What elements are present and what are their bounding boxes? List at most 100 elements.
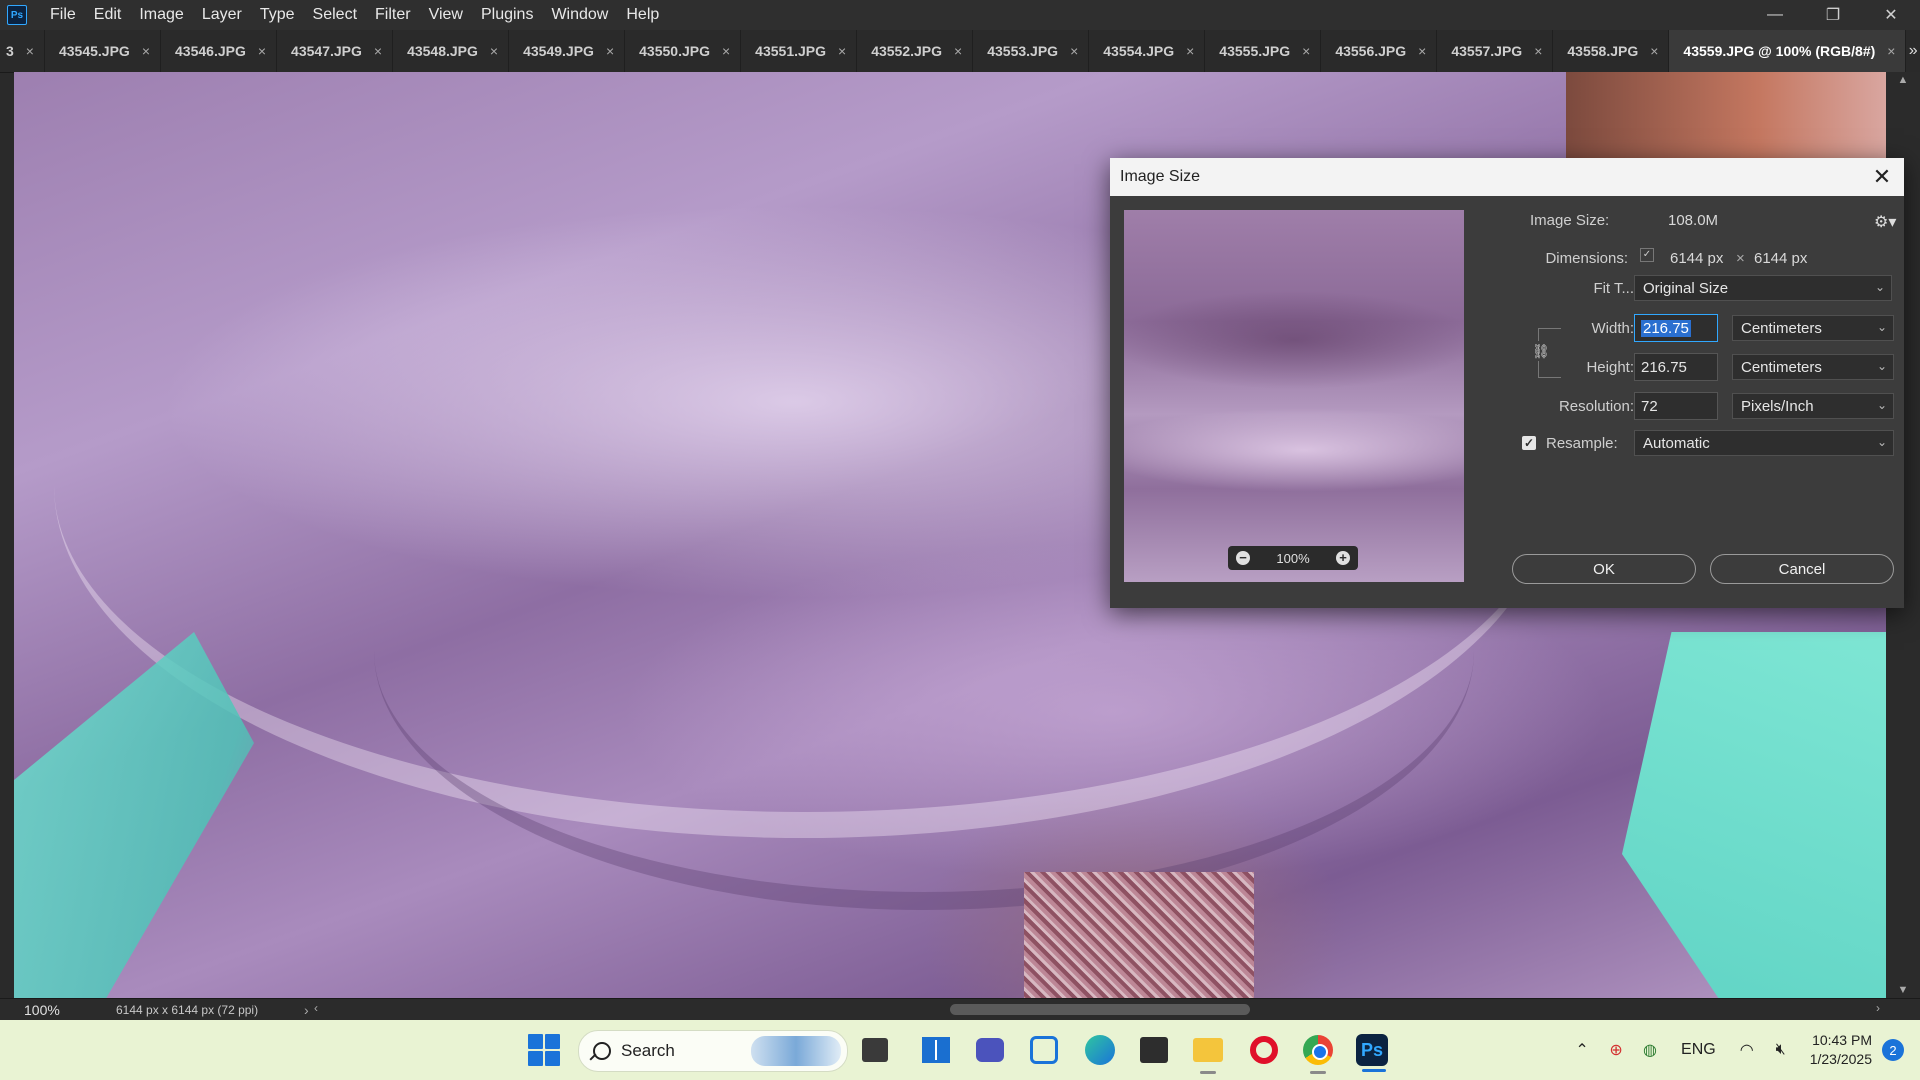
- tab-close-icon[interactable]: ×: [722, 43, 730, 59]
- zoom-out-icon[interactable]: −: [1236, 551, 1250, 565]
- width-input[interactable]: 216.75: [1634, 314, 1718, 342]
- tab-43548[interactable]: 43548.JPG ×: [393, 30, 510, 72]
- restore-button[interactable]: ❐: [1804, 0, 1862, 30]
- tab-close-icon[interactable]: ×: [1887, 43, 1895, 59]
- fit-to-select[interactable]: Original Size ⌄: [1634, 275, 1892, 301]
- edge-icon[interactable]: [1082, 1032, 1118, 1068]
- notification-badge[interactable]: 2: [1882, 1039, 1904, 1061]
- document-info: 6144 px x 6144 px (72 ppi): [116, 1003, 259, 1017]
- menu-type[interactable]: Type: [251, 6, 304, 24]
- chrome-icon[interactable]: [1300, 1032, 1336, 1074]
- document-tab-bar: 3 × 43545.JPG × 43546.JPG × 43547.JPG × 4354…: [0, 30, 1920, 73]
- minimize-button[interactable]: —: [1746, 0, 1804, 30]
- store-icon[interactable]: [1136, 1032, 1172, 1068]
- menu-edit[interactable]: Edit: [85, 6, 131, 24]
- scrollbar-thumb[interactable]: [950, 1004, 1250, 1015]
- menu-file[interactable]: File: [41, 6, 85, 24]
- tab-43545[interactable]: 43545.JPG ×: [45, 30, 162, 72]
- tab-43558[interactable]: 43558.JPG ×: [1553, 30, 1670, 72]
- tab-close-icon[interactable]: ×: [954, 43, 962, 59]
- search-label: Search: [621, 1041, 675, 1060]
- tab-43557[interactable]: 43557.JPG ×: [1437, 30, 1554, 72]
- meet-icon[interactable]: [972, 1032, 1008, 1068]
- menu-select[interactable]: Select: [304, 6, 366, 24]
- tab-close-icon[interactable]: ×: [1534, 43, 1542, 59]
- vpn-icon[interactable]: ⊕: [1602, 1036, 1630, 1064]
- tab-43554[interactable]: 43554.JPG ×: [1089, 30, 1206, 72]
- menu-window[interactable]: Window: [542, 6, 617, 24]
- resample-checkbox[interactable]: ✓: [1522, 436, 1536, 450]
- resolution-unit-select[interactable]: Pixels/Inch ⌄: [1732, 393, 1894, 419]
- photoshop-taskbar-icon[interactable]: Ps: [1356, 1034, 1388, 1072]
- scroll-right-icon[interactable]: ›: [1876, 1001, 1880, 1015]
- tab-label: 43547.JPG: [291, 43, 362, 59]
- gear-icon[interactable]: ⚙▾: [1874, 212, 1896, 232]
- preview-zoom-value: 100%: [1276, 550, 1310, 566]
- tab-43555[interactable]: 43555.JPG ×: [1205, 30, 1322, 72]
- scroll-down-icon[interactable]: ▼: [1886, 984, 1920, 996]
- tab-43556[interactable]: 43556.JPG ×: [1321, 30, 1438, 72]
- tab-close-icon[interactable]: ×: [1302, 43, 1310, 59]
- link-icon[interactable]: ⛓: [1532, 341, 1550, 361]
- ok-button[interactable]: OK: [1512, 554, 1696, 584]
- tab-43549[interactable]: 43549.JPG ×: [509, 30, 626, 72]
- close-icon[interactable]: ✕: [1870, 165, 1894, 189]
- speaker-muted-icon[interactable]: 🔇︎: [1767, 1036, 1795, 1064]
- opera-icon[interactable]: [1246, 1032, 1282, 1068]
- windows-start-icon[interactable]: [528, 1034, 560, 1066]
- tab-close-icon[interactable]: ×: [142, 43, 150, 59]
- status-menu-arrow-icon[interactable]: ›: [304, 1002, 309, 1018]
- tab-close-icon[interactable]: ×: [606, 43, 614, 59]
- horizontal-scrollbar[interactable]: ‹ ›: [314, 1001, 1880, 1017]
- snipping-tool-icon[interactable]: [1026, 1032, 1062, 1068]
- tab-43553[interactable]: 43553.JPG ×: [973, 30, 1090, 72]
- zoom-in-icon[interactable]: +: [1336, 551, 1350, 565]
- wifi-icon[interactable]: ◠: [1733, 1036, 1761, 1064]
- zoom-level[interactable]: 100%: [0, 1002, 102, 1018]
- tab-close-icon[interactable]: ×: [1070, 43, 1078, 59]
- tab-close-icon[interactable]: ×: [1418, 43, 1426, 59]
- menu-layer[interactable]: Layer: [193, 6, 251, 24]
- network-globe-icon[interactable]: ◍: [1636, 1036, 1664, 1064]
- tab-close-icon[interactable]: ×: [1186, 43, 1194, 59]
- tab-close-icon[interactable]: ×: [1650, 43, 1658, 59]
- tab-43546[interactable]: 43546.JPG ×: [161, 30, 278, 72]
- cancel-button[interactable]: Cancel: [1710, 554, 1894, 584]
- tab-partial[interactable]: 3 ×: [0, 30, 45, 72]
- canvas-image-region: [1566, 72, 1886, 162]
- widgets-icon[interactable]: [918, 1032, 954, 1068]
- menu-plugins[interactable]: Plugins: [472, 6, 542, 24]
- height-input[interactable]: 216.75: [1634, 353, 1718, 381]
- resample-select[interactable]: Automatic ⌄: [1634, 430, 1894, 456]
- menu-image[interactable]: Image: [130, 6, 192, 24]
- height-unit-select[interactable]: Centimeters ⌄: [1732, 354, 1894, 380]
- chevron-up-icon[interactable]: ⌃: [1568, 1036, 1596, 1064]
- menu-help[interactable]: Help: [617, 6, 668, 24]
- dimensions-dropdown-icon[interactable]: ✓: [1640, 248, 1654, 262]
- tab-overflow-icon[interactable]: »: [1906, 30, 1920, 72]
- tab-43551[interactable]: 43551.JPG ×: [741, 30, 858, 72]
- scroll-left-icon[interactable]: ‹: [314, 1001, 318, 1015]
- tab-43552[interactable]: 43552.JPG ×: [857, 30, 974, 72]
- width-unit-select[interactable]: Centimeters ⌄: [1732, 315, 1894, 341]
- tab-close-icon[interactable]: ×: [26, 43, 34, 59]
- tab-close-icon[interactable]: ×: [838, 43, 846, 59]
- tab-43547[interactable]: 43547.JPG ×: [277, 30, 394, 72]
- clock[interactable]: 10:43 PM 1/23/2025: [1810, 1031, 1872, 1069]
- tab-43559-active[interactable]: 43559.JPG @ 100% (RGB/8#) ×: [1669, 30, 1907, 72]
- menu-filter[interactable]: Filter: [366, 6, 420, 24]
- menu-view[interactable]: View: [420, 6, 472, 24]
- dialog-titlebar[interactable]: Image Size ✕: [1110, 158, 1904, 196]
- file-explorer-icon[interactable]: [1190, 1032, 1226, 1074]
- task-view-icon[interactable]: [862, 1038, 888, 1062]
- scroll-up-icon[interactable]: ▲: [1886, 74, 1920, 86]
- resolution-input[interactable]: 72: [1634, 392, 1718, 420]
- image-preview[interactable]: − 100% +: [1124, 210, 1464, 582]
- taskbar-search-box[interactable]: Search: [578, 1030, 848, 1072]
- tab-close-icon[interactable]: ×: [374, 43, 382, 59]
- tab-close-icon[interactable]: ×: [258, 43, 266, 59]
- close-window-button[interactable]: ✕: [1862, 0, 1920, 30]
- tab-43550[interactable]: 43550.JPG ×: [625, 30, 742, 72]
- language-indicator[interactable]: ENG: [1681, 1036, 1716, 1064]
- tab-close-icon[interactable]: ×: [490, 43, 498, 59]
